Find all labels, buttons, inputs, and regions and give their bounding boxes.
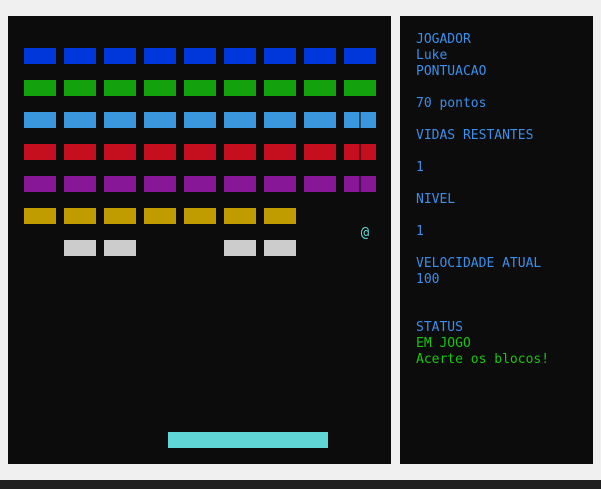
- brick: [24, 176, 56, 192]
- brick: [184, 144, 216, 160]
- brick: [224, 112, 256, 128]
- brick: [224, 80, 256, 96]
- brick: [64, 144, 96, 160]
- level-label: NIVEL: [416, 192, 456, 207]
- lives-label: VIDAS RESTANTES: [416, 128, 534, 143]
- game-window: @ JOGADOR Luke PONTUACAO 70 pontos VIDAS…: [0, 0, 601, 489]
- brick: [24, 48, 56, 64]
- brick: [224, 176, 256, 192]
- brick: [264, 80, 296, 96]
- speed-value: 100: [416, 272, 440, 287]
- brick: [24, 80, 56, 96]
- brick: [224, 48, 256, 64]
- brick: [304, 48, 336, 64]
- brick: [264, 208, 296, 224]
- brick: [304, 176, 336, 192]
- paddle[interactable]: [168, 432, 328, 448]
- brick: [184, 176, 216, 192]
- brick: [304, 144, 336, 160]
- brick: [144, 48, 176, 64]
- brick: [344, 80, 376, 96]
- brick: [104, 144, 136, 160]
- brick: [264, 176, 296, 192]
- brick: [144, 80, 176, 96]
- brick: [344, 144, 376, 160]
- brick: [104, 48, 136, 64]
- brick: [344, 112, 376, 128]
- brick: [144, 176, 176, 192]
- lives-value: 1: [416, 160, 424, 175]
- brick: [144, 112, 176, 128]
- brick: [304, 80, 336, 96]
- brick: [24, 144, 56, 160]
- ball: @: [360, 225, 370, 241]
- brick: [104, 80, 136, 96]
- brick: [64, 176, 96, 192]
- brick: [304, 112, 336, 128]
- brick: [184, 112, 216, 128]
- brick: [104, 176, 136, 192]
- status-message: Acerte os blocos!: [416, 352, 550, 367]
- speed-label: VELOCIDADE ATUAL: [416, 256, 542, 271]
- brick: [104, 208, 136, 224]
- brick: [144, 144, 176, 160]
- brick: [104, 240, 136, 256]
- brick: [264, 240, 296, 256]
- player-label: JOGADOR: [416, 32, 471, 47]
- score-label: PONTUACAO: [416, 64, 487, 79]
- level-value: 1: [416, 224, 424, 239]
- brick: [24, 208, 56, 224]
- brick: [264, 144, 296, 160]
- brick: [64, 112, 96, 128]
- brick: [224, 144, 256, 160]
- status-value: EM JOGO: [416, 336, 471, 351]
- status-label: STATUS: [416, 320, 463, 335]
- taskbar-strip: [0, 480, 601, 489]
- brick: [24, 112, 56, 128]
- brick: [264, 112, 296, 128]
- game-board: @: [8, 16, 391, 464]
- brick: [264, 48, 296, 64]
- score-value: 70 pontos: [416, 96, 487, 111]
- brick: [184, 208, 216, 224]
- brick: [64, 208, 96, 224]
- brick: [224, 240, 256, 256]
- brick: [184, 80, 216, 96]
- brick: [344, 48, 376, 64]
- player-name: Luke: [416, 48, 448, 63]
- brick: [64, 48, 96, 64]
- hud-panel: JOGADOR Luke PONTUACAO 70 pontos VIDAS R…: [400, 16, 593, 464]
- brick: [104, 112, 136, 128]
- brick: [64, 240, 96, 256]
- brick: [344, 176, 376, 192]
- brick: [184, 48, 216, 64]
- brick: [144, 208, 176, 224]
- brick: [224, 208, 256, 224]
- brick: [64, 80, 96, 96]
